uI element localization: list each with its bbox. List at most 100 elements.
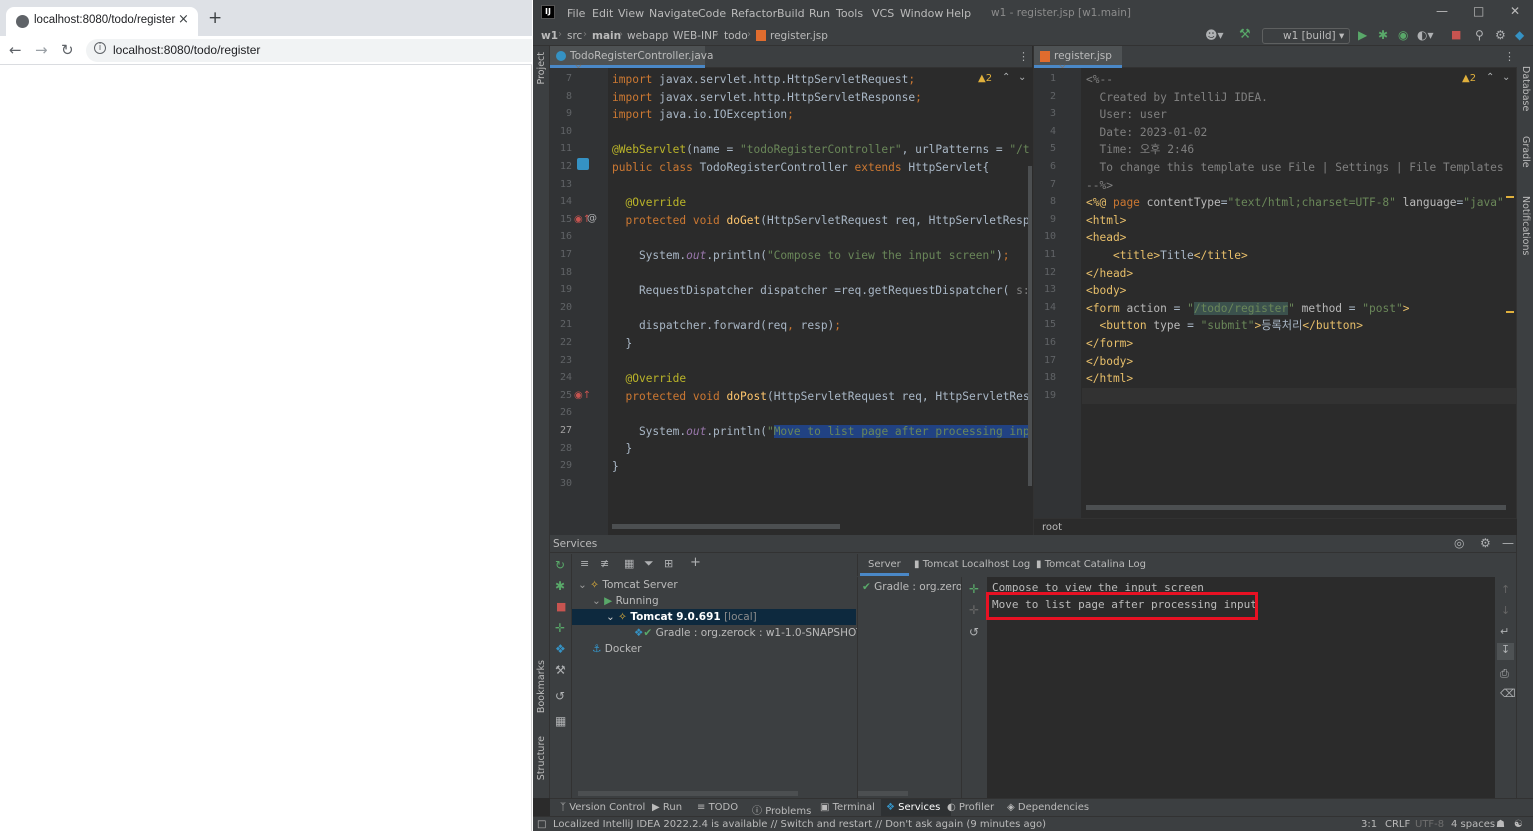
breadcrumb-w1[interactable]: w1 (541, 30, 558, 42)
menu-build[interactable]: Build (777, 7, 805, 20)
tab-tomcat-localhost-log[interactable]: ▮ Tomcat Localhost Log (914, 559, 1030, 570)
tool-profiler[interactable]: ◐ Profiler (947, 802, 994, 813)
breadcrumb-main[interactable]: main (592, 30, 621, 42)
soft-wrap-icon[interactable]: ↵ (1500, 625, 1509, 638)
breadcrumb-todo[interactable]: todo (724, 30, 748, 42)
new-tab-icon[interactable]: ⊞ (664, 557, 673, 570)
toolbox-icon[interactable]: ◆ (1515, 28, 1524, 42)
jsp-horizontal-scrollbar[interactable] (1086, 505, 1506, 510)
rerun-icon[interactable]: ↻ (555, 558, 565, 572)
breadcrumb-webapp[interactable]: webapp (627, 30, 668, 42)
browser-tab[interactable]: localhost:8080/todo/register × (6, 7, 198, 36)
menu-tools[interactable]: Tools (836, 7, 863, 20)
stop-icon[interactable]: ■ (1451, 28, 1461, 41)
close-window-icon[interactable]: ✕ (1510, 4, 1520, 18)
java-code[interactable]: import javax.servlet.http.HttpServletReq… (612, 71, 1030, 476)
jsp-code[interactable]: <%-- Created by IntelliJ IDEA. User: use… (1086, 71, 1506, 388)
profile-icon[interactable]: ◐▾ (1417, 28, 1434, 42)
annotation-gutter-icon[interactable]: @ (587, 213, 597, 224)
menu-edit[interactable]: Edit (592, 7, 613, 20)
tool-terminal[interactable]: ▣ Terminal (820, 802, 875, 813)
menu-file[interactable]: File (567, 7, 585, 20)
menu-code[interactable]: Code (698, 7, 726, 20)
breadcrumb-src[interactable]: src (567, 30, 582, 42)
tool-services[interactable]: ❖ Services (886, 802, 940, 813)
tree-node-docker[interactable]: ⚓ Docker (592, 643, 642, 655)
undeploy-icon[interactable]: ✛ (969, 603, 979, 617)
caret-position[interactable]: 3:1 (1361, 819, 1377, 830)
structure-tool-button[interactable]: Structure (536, 736, 547, 780)
run-icon[interactable]: ▶ (1358, 28, 1367, 42)
tool-version-control[interactable]: ᛉ Version Control (560, 802, 645, 813)
group-by-icon[interactable]: ▦ (624, 557, 634, 570)
build-hammer-icon[interactable]: ⚒ (1239, 27, 1251, 42)
site-info-icon[interactable]: i (94, 42, 106, 54)
override-gutter-icon[interactable]: ◉↑ (574, 390, 591, 401)
refresh-icon[interactable]: ↺ (555, 689, 565, 703)
tree-node-running[interactable]: ⌄ ▶ Running (592, 595, 659, 607)
java-vertical-scrollbar[interactable] (1028, 166, 1032, 486)
more-options-icon[interactable]: ⋮ (1504, 50, 1515, 63)
bookmarks-tool-button[interactable]: Bookmarks (536, 660, 547, 713)
tool-run[interactable]: ▶ Run (652, 802, 682, 813)
status-toggle-icon[interactable]: □ (537, 819, 546, 830)
globe-icon[interactable]: ◎ (1454, 536, 1464, 550)
breadcrumb-register-jsp[interactable]: register.jsp (770, 30, 828, 42)
address-bar[interactable]: i localhost:8080/todo/register (86, 39, 532, 62)
menu-vcs[interactable]: VCS (872, 7, 894, 20)
java-horizontal-scrollbar[interactable] (612, 524, 840, 529)
down-arrow-icon[interactable]: ↓ (1501, 604, 1510, 617)
tool-problems[interactable]: ⓘ Problems (752, 802, 811, 817)
menu-run[interactable]: Run (809, 7, 830, 20)
notifications-tool-button[interactable]: Notifications (1520, 196, 1531, 255)
hide-icon[interactable]: — (1502, 536, 1514, 550)
tree-node-artifact[interactable]: ❖✔ Gradle : org.zerock : w1-1.0-SNAPSHOT… (634, 627, 884, 639)
tab-register-jsp[interactable]: register.jsp × (1034, 46, 1122, 74)
tab-todo-register-controller[interactable]: TodoRegisterController.java × (550, 46, 713, 74)
filter-icon[interactable]: ⏷ (644, 556, 654, 571)
tree-scrollbar[interactable] (578, 791, 798, 796)
tab-tomcat-catalina-log[interactable]: ▮ Tomcat Catalina Log (1036, 559, 1146, 570)
reload-icon[interactable]: ↻ (61, 41, 74, 59)
tree-node-tomcat-server[interactable]: ⌄ ✧ Tomcat Server (578, 579, 678, 591)
database-tool-button[interactable]: Database (1520, 66, 1531, 111)
notifications-icon[interactable]: ☯ (1514, 819, 1523, 830)
menu-refactor[interactable]: Refactor (731, 7, 777, 20)
trash-icon[interactable]: ⌫ (1500, 687, 1516, 700)
settings-gear-icon[interactable]: ⚙ (1480, 536, 1491, 550)
warning-marker[interactable] (1506, 196, 1514, 198)
run-debug-icon[interactable]: ✱ (555, 579, 565, 593)
search-icon[interactable]: ⚲ (1475, 28, 1484, 42)
deploy-scrollbar[interactable] (858, 791, 908, 796)
coverage-icon[interactable]: ◉ (1398, 28, 1408, 42)
run-configuration-select[interactable]: w1 [build] ▾ (1262, 28, 1350, 44)
gradle-tool-button[interactable]: Gradle (1520, 136, 1531, 168)
settings-gear-icon[interactable]: ⚙ (1495, 28, 1506, 42)
more-options-icon[interactable]: ⋮ (1018, 50, 1029, 63)
debug-service-icon[interactable]: ❖ (555, 642, 566, 656)
menu-help[interactable]: Help (946, 7, 971, 20)
menu-view[interactable]: View (618, 7, 644, 20)
up-arrow-icon[interactable]: ↑ (1501, 583, 1510, 596)
maximize-icon[interactable]: □ (1473, 4, 1484, 18)
project-tool-button[interactable]: Project (536, 52, 547, 85)
line-separator[interactable]: CRLF (1385, 819, 1410, 830)
indent-setting[interactable]: 4 spaces (1451, 819, 1495, 830)
deploy-icon[interactable]: ✛ (555, 621, 565, 635)
minimize-icon[interactable]: — (1436, 4, 1448, 18)
tool-todo[interactable]: ≡ TODO (697, 802, 738, 813)
menu-navigate[interactable]: Navigate (649, 7, 698, 20)
new-tab-button[interactable]: + (208, 10, 222, 27)
user-icon[interactable]: ☻▾ (1205, 28, 1224, 42)
back-arrow-icon[interactable]: ← (9, 41, 22, 59)
jsp-breadcrumb-root[interactable]: root (1042, 522, 1062, 533)
tree-node-tomcat-instance[interactable]: ⌄ ✧ Tomcat 9.0.691 [local] (606, 611, 757, 623)
breadcrumb-web-inf[interactable]: WEB-INF (673, 30, 718, 42)
debug-icon[interactable]: ✱ (1378, 28, 1388, 42)
forward-arrow-icon[interactable]: → (35, 41, 48, 59)
status-message[interactable]: Localized IntelliJ IDEA 2022.2.4 is avai… (553, 819, 1046, 830)
layout-icon[interactable]: ▦ (555, 714, 566, 728)
menu-window[interactable]: Window (900, 7, 943, 20)
file-encoding[interactable]: UTF-8 (1415, 819, 1444, 830)
add-service-icon[interactable]: + (690, 555, 701, 570)
